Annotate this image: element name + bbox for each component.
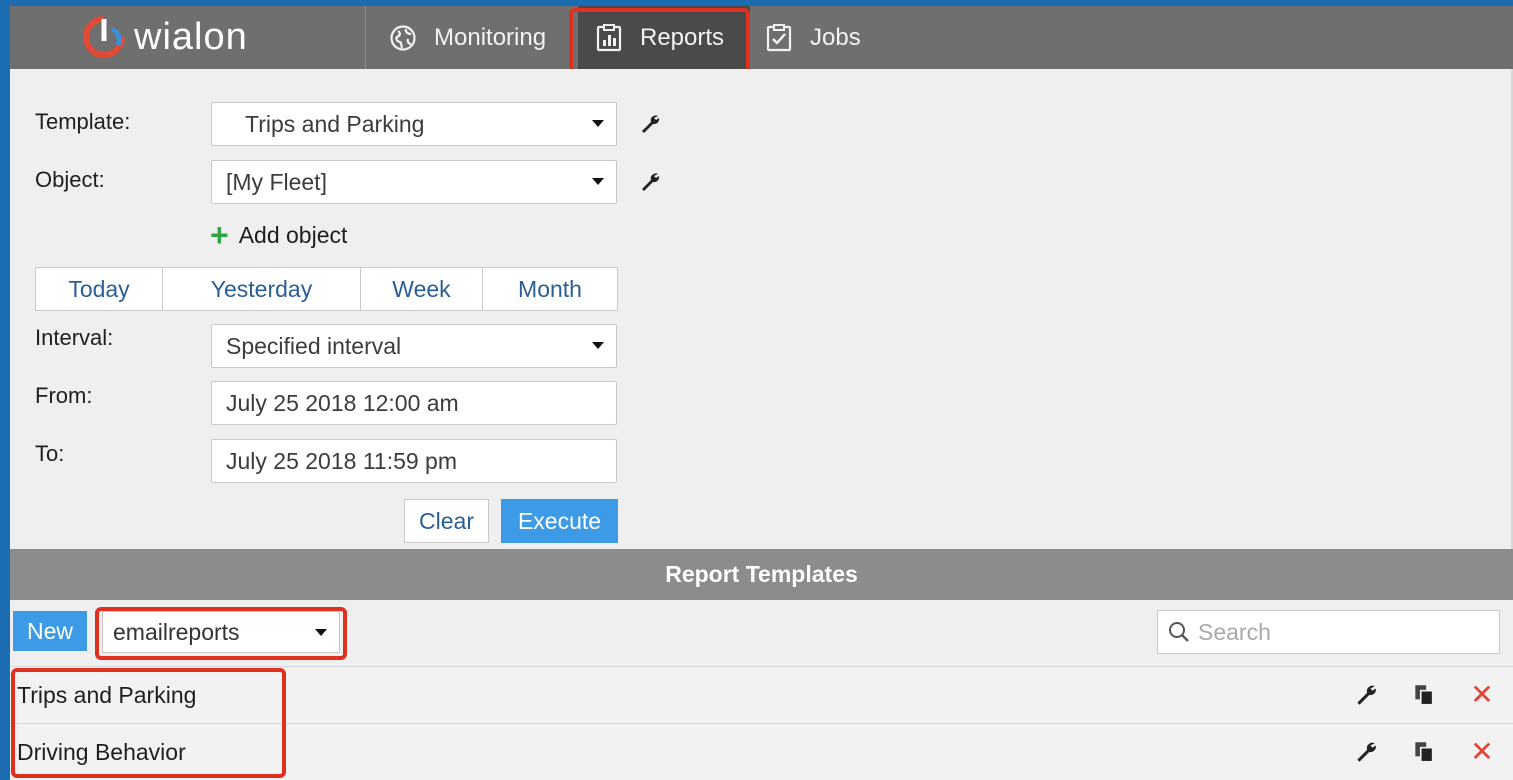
- report-icon: [596, 23, 622, 52]
- app-window: wialon Monitoring Reports Jobs Template:…: [10, 6, 1513, 780]
- object-select[interactable]: [My Fleet]: [211, 160, 617, 204]
- tab-reports-label: Reports: [640, 23, 725, 51]
- to-date-field[interactable]: July 25 2018 11:59 pm: [211, 439, 617, 483]
- object-label: Object:: [35, 167, 105, 192]
- resource-select-value: emailreports: [113, 618, 240, 645]
- resource-select[interactable]: emailreports: [102, 611, 340, 653]
- search-icon: [1169, 622, 1189, 642]
- chevron-down-icon: [592, 120, 604, 127]
- clipboard-check-icon: [766, 23, 792, 52]
- from-label: From:: [35, 383, 93, 408]
- from-date-field[interactable]: July 25 2018 12:00 am: [211, 381, 617, 425]
- template-select[interactable]: Trips and Parking: [211, 102, 617, 146]
- tab-monitoring[interactable]: Monitoring: [390, 6, 568, 69]
- tab-reports[interactable]: Reports: [578, 6, 750, 69]
- to-label: To:: [35, 441, 65, 466]
- logo-text: wialon: [134, 15, 248, 58]
- copy-icon[interactable]: [1411, 739, 1437, 765]
- chevron-down-icon: [315, 629, 327, 636]
- delete-icon[interactable]: ✕: [1469, 738, 1495, 766]
- add-object-link[interactable]: + Add object: [210, 219, 347, 251]
- top-nav-bar: wialon Monitoring Reports Jobs: [10, 6, 1513, 69]
- period-month[interactable]: Month: [483, 268, 617, 310]
- templates-toolbar: New emailreports: [10, 600, 1513, 666]
- row-actions: ✕: [1353, 724, 1495, 780]
- object-select-value: [My Fleet]: [226, 168, 327, 195]
- period-today[interactable]: Today: [36, 268, 163, 310]
- period-yesterday[interactable]: Yesterday: [163, 268, 361, 310]
- template-label: Template:: [35, 109, 131, 134]
- template-row-name: Trips and Parking: [17, 681, 197, 708]
- wialon-logo[interactable]: wialon: [82, 14, 302, 60]
- to-date-value: July 25 2018 11:59 pm: [226, 447, 458, 474]
- clear-button[interactable]: Clear: [404, 499, 489, 543]
- period-selector: Today Yesterday Week Month: [35, 267, 618, 311]
- tab-jobs[interactable]: Jobs: [766, 6, 896, 69]
- report-templates-header: Report Templates: [10, 549, 1513, 600]
- template-row-name: Driving Behavior: [17, 738, 186, 765]
- template-row[interactable]: Driving Behavior ✕: [10, 723, 1513, 780]
- nav-divider: [365, 6, 366, 69]
- tab-jobs-label: Jobs: [810, 23, 861, 51]
- template-wrench-icon[interactable]: [638, 112, 662, 136]
- chevron-down-icon: [592, 178, 604, 185]
- object-wrench-icon[interactable]: [638, 170, 662, 194]
- row-actions: ✕: [1353, 667, 1495, 723]
- period-week[interactable]: Week: [361, 268, 483, 310]
- execute-button[interactable]: Execute: [501, 499, 618, 543]
- template-select-value: Trips and Parking: [245, 110, 425, 137]
- interval-label: Interval:: [35, 325, 114, 350]
- report-parameters-panel: Template: Trips and Parking Object: [My …: [10, 69, 1513, 549]
- search-input[interactable]: [1198, 618, 1478, 646]
- wialon-logo-icon: [83, 16, 125, 58]
- add-object-label: Add object: [238, 221, 348, 248]
- copy-icon[interactable]: [1411, 682, 1437, 708]
- from-date-value: July 25 2018 12:00 am: [226, 389, 459, 416]
- template-row[interactable]: Trips and Parking ✕: [10, 666, 1513, 723]
- edit-wrench-icon[interactable]: [1353, 682, 1379, 708]
- interval-select-value: Specified interval: [226, 332, 402, 359]
- new-template-button[interactable]: New: [13, 611, 87, 651]
- plus-icon: +: [210, 217, 229, 253]
- interval-select[interactable]: Specified interval: [211, 324, 617, 368]
- search-box[interactable]: [1157, 610, 1500, 654]
- edit-wrench-icon[interactable]: [1353, 739, 1379, 765]
- globe-icon: [390, 24, 416, 51]
- delete-icon[interactable]: ✕: [1469, 681, 1495, 709]
- tab-monitoring-label: Monitoring: [434, 23, 547, 51]
- chevron-down-icon: [592, 342, 604, 349]
